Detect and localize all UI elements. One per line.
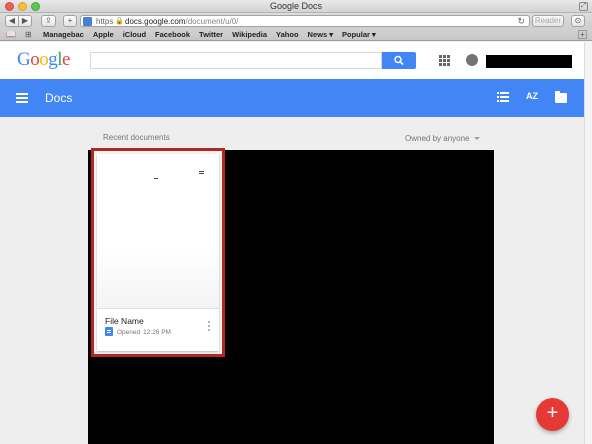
new-document-button[interactable]: + <box>536 398 569 431</box>
bookmark-item[interactable]: Wikipedia <box>232 30 267 39</box>
fullscreen-icon[interactable]: ⤢ <box>579 2 588 11</box>
logo-letter: e <box>62 49 70 70</box>
logo-letter: g <box>48 49 58 70</box>
more-options-icon[interactable] <box>208 321 211 332</box>
plus-icon: + <box>67 16 73 25</box>
new-tab-plus-icon[interactable]: + <box>578 30 587 39</box>
logo-letter: o <box>30 49 40 70</box>
url-path: /document/u/0/ <box>185 17 239 26</box>
app-title: Docs <box>45 91 73 105</box>
forward-arrow-icon: ▶ <box>21 16 29 25</box>
menu-icon[interactable] <box>16 93 28 103</box>
document-meta: Opened 12:26 PM <box>117 329 171 336</box>
reading-list-icon[interactable]: 📖 <box>6 30 16 39</box>
downloads-icon: ⊙ <box>574 16 582 25</box>
url-host: docs.google.com <box>125 17 186 26</box>
reader-button[interactable]: Reader <box>532 15 564 27</box>
search-icon <box>394 55 404 66</box>
document-card[interactable]: File Name Opened 12:26 PM <box>97 154 219 351</box>
back-arrow-icon: ◀ <box>8 16 16 25</box>
lock-icon: 🔒 <box>115 18 124 25</box>
window-titlebar: Google Docs ⤢ <box>0 0 592 13</box>
browser-toolbar: ◀ ▶ ⇪ + https 🔒 docs.google.com/document… <box>0 13 592 29</box>
notifications-avatar-icon[interactable] <box>466 54 478 66</box>
logo-letter: o <box>39 49 49 70</box>
account-name-redacted[interactable] <box>486 55 572 68</box>
downloads-button[interactable]: ⊙ <box>571 15 585 27</box>
google-bar: Google <box>0 42 584 79</box>
owner-filter-label: Owned by anyone <box>405 134 470 143</box>
opened-label: Opened <box>117 329 141 336</box>
address-bar[interactable]: https 🔒 docs.google.com/document/u/0/ ↻ <box>80 15 530 27</box>
bookmark-item[interactable]: Apple <box>93 30 114 39</box>
bookmark-item[interactable]: News ▾ <box>308 30 333 39</box>
bookmark-item[interactable]: Facebook <box>155 30 190 39</box>
highlighted-document: File Name Opened 12:26 PM <box>91 148 225 357</box>
bookmarks-bar: 📖 ⊞ Managebac Apple iCloud Facebook Twit… <box>0 29 592 41</box>
new-tab-button[interactable]: + <box>63 15 77 27</box>
list-view-icon[interactable] <box>497 92 509 103</box>
owner-filter-dropdown[interactable]: Owned by anyone <box>405 134 480 143</box>
back-button[interactable]: ◀ <box>5 15 19 27</box>
search-input[interactable] <box>90 52 382 69</box>
section-heading: Recent documents <box>103 133 170 142</box>
folder-icon[interactable] <box>555 91 567 103</box>
thumbnail-text-mark <box>199 171 204 172</box>
docs-file-icon <box>105 327 113 336</box>
bookmark-item[interactable]: Popular ▾ <box>342 30 376 39</box>
document-name[interactable]: File Name <box>105 316 144 326</box>
top-sites-icon[interactable]: ⊞ <box>25 30 32 39</box>
opened-time: 12:26 PM <box>143 329 171 336</box>
share-button[interactable]: ⇪ <box>41 15 56 27</box>
thumbnail-text-mark <box>154 178 158 179</box>
document-thumbnail[interactable] <box>97 154 219 309</box>
forward-button[interactable]: ▶ <box>18 15 32 27</box>
documents-area: Recent documents Owned by anyone File Na… <box>0 117 584 444</box>
bookmark-item[interactable]: Twitter <box>199 30 223 39</box>
logo-letter: G <box>17 49 31 70</box>
docs-app-bar: Docs AZ <box>0 79 584 117</box>
url-scheme: https <box>96 17 114 26</box>
url-text: docs.google.com/document/u/0/ <box>125 17 238 26</box>
bookmark-item[interactable]: iCloud <box>123 30 146 39</box>
caret-down-icon <box>473 137 480 141</box>
google-logo[interactable]: Google <box>17 49 70 71</box>
share-icon: ⇪ <box>45 16 52 25</box>
apps-grid-icon[interactable] <box>439 55 450 66</box>
window-title: Google Docs <box>269 1 323 11</box>
docs-favicon-icon <box>83 17 92 26</box>
bookmark-item[interactable]: Yahoo <box>276 30 299 39</box>
search-button[interactable] <box>382 52 416 69</box>
sort-az-icon[interactable]: AZ <box>526 91 538 101</box>
bookmark-list: Managebac Apple iCloud Facebook Twitter … <box>43 30 376 39</box>
bookmark-item[interactable]: Managebac <box>43 30 84 39</box>
page-scrollbar[interactable] <box>584 42 592 444</box>
reload-icon[interactable]: ↻ <box>517 16 525 27</box>
